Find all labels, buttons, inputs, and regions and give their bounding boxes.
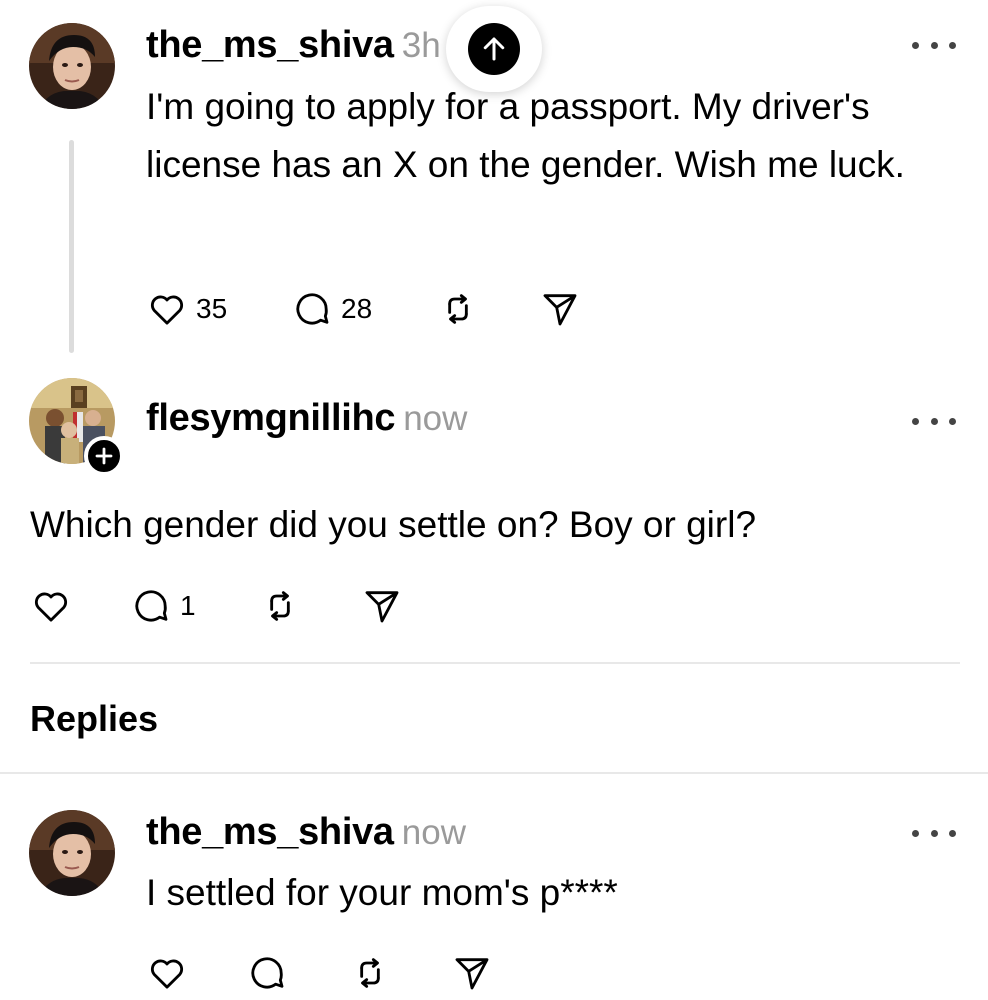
post-text: Which gender did you settle on? Boy or g… — [30, 504, 757, 545]
timestamp: now — [403, 399, 468, 438]
comment-button[interactable]: 1 — [130, 586, 196, 626]
share-icon — [365, 591, 399, 623]
repost-button[interactable] — [438, 289, 478, 329]
share-button[interactable] — [362, 586, 402, 626]
avatar[interactable] — [29, 23, 115, 109]
post-header: the_ms_shiva now — [146, 811, 466, 854]
follow-button[interactable] — [84, 436, 124, 476]
share-icon — [455, 958, 489, 990]
avatar[interactable] — [29, 810, 115, 896]
avatar-photo-icon — [29, 23, 115, 109]
repost-icon — [270, 591, 290, 621]
username[interactable]: flesymgnillihc — [146, 397, 396, 439]
share-button[interactable] — [540, 289, 580, 329]
post-text: I settled for your mom's p**** — [146, 872, 618, 913]
plus-icon — [95, 447, 113, 465]
divider — [0, 772, 988, 774]
repost-button[interactable] — [260, 586, 300, 626]
heart-icon — [34, 592, 68, 622]
more-icon[interactable] — [912, 827, 956, 839]
share-button[interactable] — [452, 953, 492, 993]
comment-count: 28 — [341, 293, 373, 324]
comment-count: 1 — [180, 590, 196, 621]
comment-button[interactable] — [246, 953, 288, 993]
share-icon — [543, 294, 577, 326]
heart-icon — [150, 959, 184, 989]
thread-line — [69, 140, 74, 353]
more-icon[interactable] — [912, 39, 956, 51]
username[interactable]: the_ms_shiva — [146, 24, 394, 66]
post-header: flesymgnillihc now — [146, 397, 467, 440]
like-button[interactable] — [146, 953, 188, 993]
like-count: 35 — [196, 293, 228, 324]
post-text: I'm going to apply for a passport. My dr… — [146, 86, 905, 185]
username[interactable]: the_ms_shiva — [146, 811, 394, 853]
timestamp: now — [401, 813, 466, 852]
repost-icon — [448, 294, 468, 324]
comment-icon — [135, 590, 168, 622]
avatar-photo-icon — [29, 810, 115, 896]
comment-icon — [296, 293, 329, 325]
comment-icon — [251, 957, 284, 989]
like-button[interactable]: 35 — [146, 289, 227, 329]
comment-button[interactable]: 28 — [291, 289, 372, 329]
repost-button[interactable] — [350, 953, 390, 993]
divider — [30, 662, 960, 664]
replies-heading: Replies — [30, 698, 159, 739]
post-header: the_ms_shiva 3h — [146, 24, 441, 67]
heart-icon — [150, 295, 184, 325]
arrow-up-icon — [483, 37, 505, 61]
scroll-top-button[interactable] — [446, 6, 542, 92]
timestamp: 3h — [401, 26, 441, 65]
like-button[interactable] — [30, 586, 72, 626]
repost-icon — [360, 958, 380, 988]
more-icon[interactable] — [912, 415, 956, 427]
